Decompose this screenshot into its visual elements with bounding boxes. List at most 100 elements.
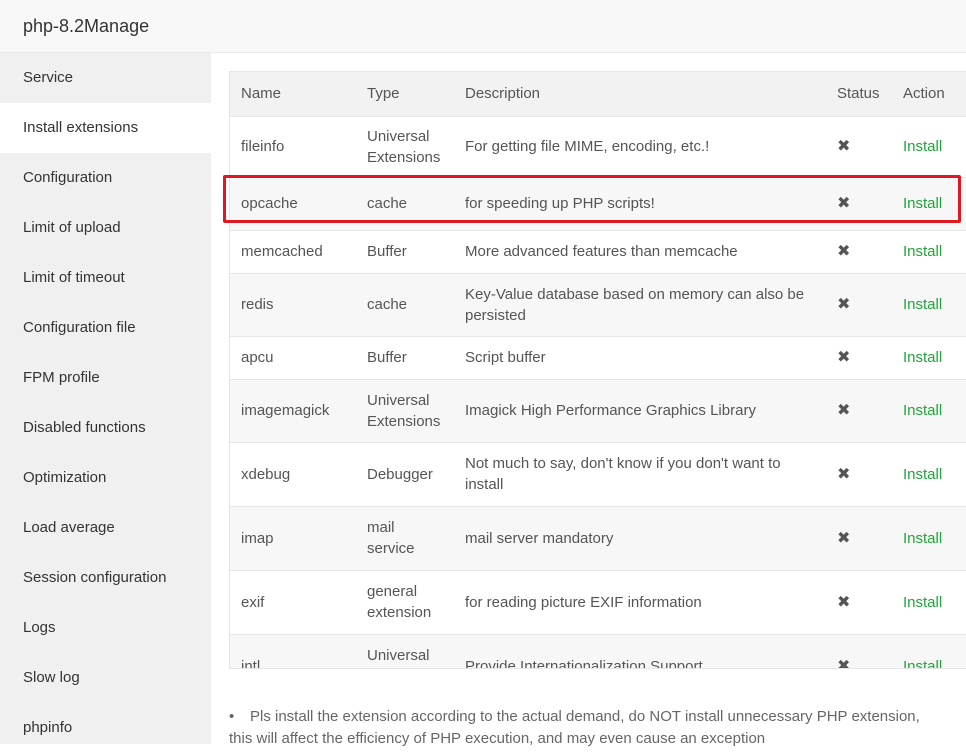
cell-description: Script buffer <box>454 336 826 380</box>
cell-type: general extension <box>356 570 454 635</box>
install-button[interactable]: Install <box>903 243 942 260</box>
install-link: Install <box>892 230 966 274</box>
sidebar-item[interactable]: Session configuration <box>0 553 211 603</box>
sidebar-item[interactable]: Slow log <box>0 653 211 703</box>
cell-name: fileinfo <box>230 116 356 178</box>
sidebar-item[interactable]: Service <box>0 53 211 103</box>
table-row: xdebug Debugger Not much to say, don't kno… <box>230 442 966 507</box>
cell-name: exif <box>230 570 356 635</box>
cell-type: Universal Extensions <box>356 634 454 668</box>
cell-description: Provide Internationalization Support <box>454 634 826 668</box>
cell-name: memcached <box>230 230 356 274</box>
table-row: apcu Buffer Script buffer ✖ Install <box>230 336 966 380</box>
install-button[interactable]: Install <box>903 466 942 483</box>
sidebar-item[interactable]: FPM profile <box>0 353 211 403</box>
table-row: exif general extension for reading picture… <box>230 570 966 635</box>
sidebar-item[interactable]: Limit of upload <box>0 203 211 253</box>
install-link: Install <box>892 570 966 635</box>
cell-name: xdebug <box>230 442 356 507</box>
table-row: fileinfo Universal Extensions For getting … <box>230 116 966 178</box>
status-icon: ✖ <box>826 634 892 668</box>
extensions-table: Name Type Description Status Action file… <box>230 72 966 669</box>
table-row: intlUniversal ExtensionsProvide Internat… <box>230 634 966 669</box>
install-button[interactable]: Install <box>903 195 942 212</box>
column-header-action: Action <box>892 72 966 117</box>
install-link: Install <box>892 442 966 507</box>
column-header-name: Name <box>230 72 356 117</box>
install-link: Install <box>892 273 966 337</box>
install-button[interactable]: Install <box>903 296 942 313</box>
cell-name: imagemagick <box>230 379 356 443</box>
sidebar-item[interactable]: Limit of timeout <box>0 253 211 303</box>
install-button[interactable]: Install <box>903 402 942 419</box>
cell-name: imap <box>230 506 356 571</box>
cell-type: Universal Extensions <box>356 116 454 178</box>
extensions-table-container[interactable]: Name Type Description Status Action file… <box>229 71 966 669</box>
status-icon: ✖ <box>826 379 892 443</box>
cell-type: Universal Extensions <box>356 379 454 443</box>
table-row: imap mail service mail server mandatory ✖ In… <box>230 506 966 571</box>
cell-description: For getting file MIME, encoding, etc.! <box>454 116 826 178</box>
sidebar-item[interactable]: Optimization <box>0 453 211 503</box>
sidebar-item[interactable]: Install extensions <box>0 103 211 153</box>
install-link: Install <box>892 634 966 669</box>
cell-name: intl <box>230 634 356 668</box>
cell-type: cache <box>356 273 454 337</box>
sidebar-item[interactable]: Disabled functions <box>0 403 211 453</box>
bullet-icon: • <box>229 708 235 725</box>
main-panel: Name Type Description Status Action file… <box>211 53 966 744</box>
install-link: Install <box>892 116 966 178</box>
cell-name: apcu <box>230 336 356 380</box>
cell-type: Buffer <box>356 230 454 274</box>
cell-description: Key-Value database based on memory can a… <box>454 273 826 337</box>
sidebar-item[interactable]: phpinfo <box>0 703 211 753</box>
cell-description: mail server mandatory <box>454 506 826 571</box>
table-header-row: Name Type Description Status Action <box>230 72 966 117</box>
cell-description: Imagick High Performance Graphics Librar… <box>454 379 826 443</box>
status-icon: ✖ <box>826 273 892 337</box>
table-row: opcache cache for speeding up PHP scripts!… <box>230 177 966 231</box>
install-button[interactable]: Install <box>903 658 942 669</box>
cell-description: for reading picture EXIF information <box>454 570 826 635</box>
column-header-type: Type <box>356 72 454 117</box>
install-link: Install <box>892 336 966 380</box>
cell-description: More advanced features than memcache <box>454 230 826 274</box>
window-title: php-8.2Manage <box>23 16 150 36</box>
cell-description: for speeding up PHP scripts! <box>454 177 826 231</box>
table-row: imagemagick Universal Extensions Imagick H… <box>230 379 966 443</box>
column-header-status: Status <box>826 72 892 117</box>
install-link: Install <box>892 379 966 443</box>
column-header-description: Description <box>454 72 826 117</box>
status-icon: ✖ <box>826 506 892 571</box>
note-item: • Pls install the extension according to … <box>229 706 966 728</box>
install-link: Install <box>892 177 966 231</box>
install-button[interactable]: Install <box>903 138 942 155</box>
install-button[interactable]: Install <box>903 530 942 547</box>
cell-name: opcache <box>230 177 356 231</box>
cell-type: Buffer <box>356 336 454 380</box>
cell-type: cache <box>356 177 454 231</box>
sidebar: Service Install extensions Configuration Li… <box>0 53 211 744</box>
install-button[interactable]: Install <box>903 349 942 366</box>
table-row: redis cache Key-Value database based on me… <box>230 273 966 337</box>
notes-list: • Pls install the extension according to … <box>229 706 966 750</box>
status-icon: ✖ <box>826 116 892 178</box>
status-icon: ✖ <box>826 442 892 507</box>
window-header: php-8.2Manage <box>0 0 966 53</box>
status-icon: ✖ <box>826 570 892 635</box>
cell-type: Debugger <box>356 442 454 507</box>
sidebar-item[interactable]: Logs <box>0 603 211 653</box>
sidebar-item[interactable]: Configuration <box>0 153 211 203</box>
cell-description: Not much to say, don't know if you don't… <box>454 442 826 507</box>
cell-name: redis <box>230 273 356 337</box>
table-row: memcached Buffer More advanced features th… <box>230 230 966 274</box>
status-icon: ✖ <box>826 177 892 231</box>
install-button[interactable]: Install <box>903 594 942 611</box>
status-icon: ✖ <box>826 230 892 274</box>
status-icon: ✖ <box>826 336 892 380</box>
install-link: Install <box>892 506 966 571</box>
cell-type: mail service <box>356 506 454 571</box>
note-item: this will affect the efficiency of PHP e… <box>229 730 766 747</box>
sidebar-item[interactable]: Load average <box>0 503 211 553</box>
sidebar-item[interactable]: Configuration file <box>0 303 211 353</box>
